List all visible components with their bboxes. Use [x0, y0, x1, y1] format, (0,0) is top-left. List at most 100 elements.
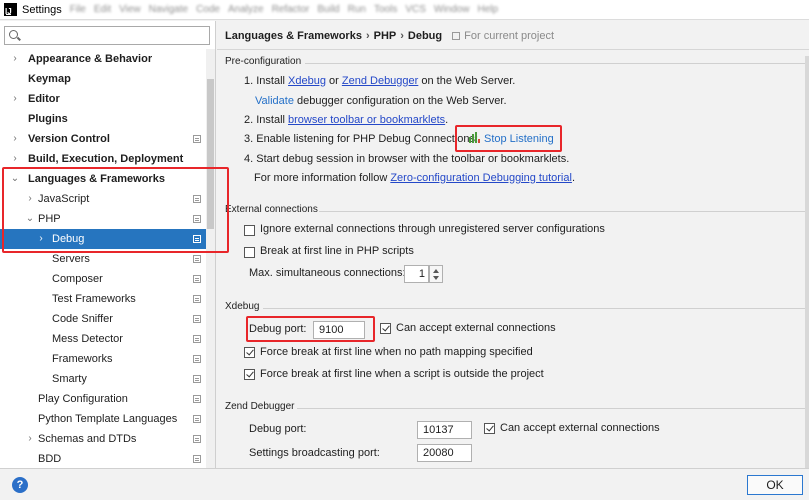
menu-item-blurred[interactable]: Build	[317, 4, 339, 15]
chevron-down-icon[interactable]: ⌄	[10, 169, 20, 189]
sidebar-item-build-execution-deployment[interactable]: › Build, Execution, Deployment	[0, 149, 206, 169]
sidebar-scrollbar-thumb[interactable]	[207, 79, 214, 229]
breadcrumb-separator: ›	[365, 30, 370, 42]
project-scope-icon	[452, 32, 461, 40]
sidebar-item-bdd[interactable]: BDD	[0, 449, 206, 468]
window-title: Settings	[22, 3, 62, 16]
menu-item-blurred[interactable]: Tools	[374, 4, 397, 15]
sidebar-item-keymap[interactable]: Keymap	[0, 69, 206, 89]
content-scrollbar[interactable]	[805, 56, 809, 468]
ignore-external-checkbox[interactable]	[244, 225, 255, 236]
search-input[interactable]	[4, 26, 210, 45]
spinner-up-icon[interactable]	[433, 269, 439, 273]
break-first-line-checkbox[interactable]	[244, 247, 255, 258]
sidebar-scrollbar[interactable]	[206, 49, 215, 468]
sidebar-item-composer[interactable]: Composer	[0, 269, 206, 289]
sidebar-item-appearance-behavior[interactable]: › Appearance & Behavior	[0, 49, 206, 69]
ok-button[interactable]: OK	[747, 475, 803, 495]
menu-item-blurred[interactable]: Edit	[94, 4, 111, 15]
menu-item-blurred[interactable]: Window	[434, 4, 470, 15]
broadcast-port-label: Settings broadcasting port:	[249, 447, 380, 459]
sidebar-item-debug[interactable]: › Debug	[0, 229, 206, 249]
max-connections-label: Max. simultaneous connections:	[249, 267, 406, 279]
sidebar-item-code-sniffer[interactable]: Code Sniffer	[0, 309, 206, 329]
sidebar-item-smarty[interactable]: Smarty	[0, 369, 206, 389]
sidebar-item-schemas-and-dtds[interactable]: › Schemas and DTDs	[0, 429, 206, 449]
chevron-right-icon[interactable]: ›	[10, 49, 20, 69]
menu-item-blurred[interactable]: VCS	[405, 4, 426, 15]
ignore-external-label: Ignore external connections through unre…	[260, 223, 605, 235]
sidebar-item-test-frameworks[interactable]: Test Frameworks	[0, 289, 206, 309]
validate-link[interactable]: Validate	[255, 95, 294, 107]
xdebug-link[interactable]: Xdebug	[288, 75, 326, 87]
chevron-down-icon[interactable]: ⌄	[25, 209, 35, 229]
chevron-right-icon[interactable]: ›	[10, 89, 20, 109]
sidebar-item-version-control[interactable]: › Version Control	[0, 129, 206, 149]
project-scope-icon	[193, 255, 201, 263]
menu-item-blurred[interactable]: Analyze	[228, 4, 264, 15]
sidebar-item-label: PHP	[38, 213, 61, 225]
chevron-right-icon[interactable]: ›	[25, 429, 35, 449]
force-break-outside-project-checkbox[interactable]	[244, 369, 255, 380]
section-title-xdebug: Xdebug	[225, 301, 260, 312]
help-icon[interactable]: ?	[12, 477, 28, 493]
validate-suffix: debugger configuration on the Web Server…	[293, 95, 507, 107]
sidebar-item-label: BDD	[38, 453, 62, 465]
menu-item-blurred[interactable]: Navigate	[149, 4, 188, 15]
tutorial-link[interactable]: Zero-configuration Debugging tutorial	[390, 172, 572, 184]
sidebar-item-label: Build, Execution, Deployment	[28, 153, 184, 165]
project-scope-icon	[193, 355, 201, 363]
project-scope-icon	[193, 235, 201, 243]
project-scope-icon	[193, 135, 201, 143]
section-divider	[263, 308, 809, 309]
app-icon: IJ	[4, 3, 17, 16]
menu-item-blurred[interactable]: File	[70, 4, 86, 15]
breadcrumb: Languages & Frameworks › PHP › Debug For…	[225, 28, 554, 44]
sidebar-item-php[interactable]: ⌄ PHP	[0, 209, 206, 229]
break-first-line-label: Break at first line in PHP scripts	[260, 245, 414, 257]
xdebug-port-input[interactable]: 9100	[313, 321, 365, 339]
sidebar-item-play-configuration[interactable]: Play Configuration	[0, 389, 206, 409]
chevron-right-icon[interactable]: ›	[25, 189, 35, 209]
stop-listening-link[interactable]: Stop Listening	[484, 133, 554, 145]
breadcrumb-item: PHP	[373, 30, 397, 42]
dialog-footer: ? OK	[0, 468, 809, 500]
menu-item-blurred[interactable]: View	[119, 4, 141, 15]
sidebar-item-label: Play Configuration	[38, 393, 128, 405]
max-connections-spinner[interactable]	[429, 265, 443, 283]
section-divider	[297, 408, 809, 409]
sidebar-item-languages-frameworks[interactable]: ⌄ Languages & Frameworks	[0, 169, 206, 189]
sidebar-item-plugins[interactable]: Plugins	[0, 109, 206, 129]
xdebug-accept-external-checkbox[interactable]	[380, 323, 391, 334]
zend-accept-external-checkbox[interactable]	[484, 423, 495, 434]
sidebar-item-label: Keymap	[28, 73, 71, 85]
xdebug-port-label: Debug port:	[249, 323, 307, 335]
bookmarklets-link[interactable]: browser toolbar or bookmarklets	[288, 114, 445, 126]
menu-item-blurred[interactable]: Help	[477, 4, 498, 15]
chevron-right-icon[interactable]: ›	[10, 129, 20, 149]
sidebar-item-servers[interactable]: Servers	[0, 249, 206, 269]
sidebar-item-frameworks[interactable]: Frameworks	[0, 349, 206, 369]
zend-port-input[interactable]: 10137	[417, 421, 472, 439]
max-connections-input[interactable]: 1	[404, 265, 429, 283]
sidebar-item-mess-detector[interactable]: Mess Detector	[0, 329, 206, 349]
section-title-preconfig: Pre-configuration	[225, 56, 302, 67]
sidebar-item-javascript[interactable]: › JavaScript	[0, 189, 206, 209]
sidebar-item-label: Smarty	[52, 373, 87, 385]
spinner-down-icon[interactable]	[433, 276, 439, 280]
chevron-right-icon[interactable]: ›	[10, 149, 20, 169]
broadcast-port-input[interactable]: 20080	[417, 444, 472, 462]
step-2: 2. Install browser toolbar or bookmarkle…	[244, 114, 448, 126]
force-break-no-mapping-checkbox[interactable]	[244, 347, 255, 358]
sidebar-item-python-template-languages[interactable]: Python Template Languages	[0, 409, 206, 429]
chevron-right-icon[interactable]: ›	[36, 229, 46, 249]
step-2-prefix: 2. Install	[244, 114, 289, 126]
sidebar-item-label: Test Frameworks	[52, 293, 136, 305]
force-break-no-mapping-label: Force break at first line when no path m…	[260, 346, 533, 358]
menu-item-blurred[interactable]: Code	[196, 4, 220, 15]
zend-debugger-link[interactable]: Zend Debugger	[342, 75, 418, 87]
sidebar-item-label: Editor	[28, 93, 60, 105]
menu-item-blurred[interactable]: Refactor	[272, 4, 310, 15]
menu-item-blurred[interactable]: Run	[348, 4, 366, 15]
sidebar-item-editor[interactable]: › Editor	[0, 89, 206, 109]
